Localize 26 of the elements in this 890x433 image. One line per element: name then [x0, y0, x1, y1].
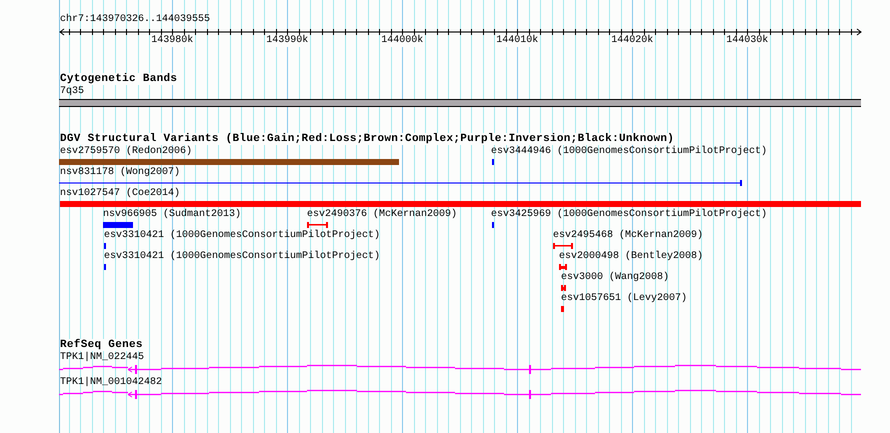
feature-label: 7q35	[60, 86, 84, 98]
position-label: chr7:143970326..144039555	[60, 14, 210, 26]
feature-label: nsv1027547 (Coe2014)	[60, 188, 180, 200]
feature-label: esv2000498 (Bentley2008)	[559, 251, 704, 263]
feature-label: nsv966905 (Sudmant2013)	[103, 209, 242, 221]
feature-label: esv3000 (Wang2008)	[561, 272, 670, 284]
feature-label: esv2495468 (McKernan2009)	[553, 230, 704, 242]
feature-label: esv3444946 (1000GenomesConsortiumPilotProject)	[491, 146, 768, 158]
tick-label: 144020k	[611, 35, 654, 47]
tick-label: 143980k	[151, 35, 194, 47]
feature-label: TPK1|NM_022445	[60, 352, 144, 364]
feature-label: esv3425969 (1000GenomesConsortiumPilotProject)	[491, 209, 768, 221]
track-title: RefSeq Genes	[60, 339, 143, 351]
feature-label: esv2490376 (McKernan2009)	[307, 209, 458, 221]
feature-label: esv2759570 (Redon2006)	[60, 146, 192, 158]
track-title: DGV Structural Variants (Blue:Gain;Red:Loss;Brown:Complex;Purple:Inversion;Black:Unknown)	[60, 133, 674, 145]
tick-label: 144000k	[381, 35, 424, 47]
feature-label: TPK1|NM_001042482	[60, 377, 162, 389]
feature-label: esv1057651 (Levy2007)	[561, 293, 688, 305]
feature-label: esv3310421 (1000GenomesConsortiumPilotProject)	[104, 251, 380, 263]
tick-label: 144030k	[726, 35, 768, 47]
feature-label: nsv831178 (Wong2007)	[60, 167, 180, 179]
feature-label: esv3310421 (1000GenomesConsortiumPilotProject)	[104, 230, 380, 242]
tick-label: 144010k	[496, 35, 538, 47]
track-title: Cytogenetic Bands	[60, 73, 178, 85]
tick-label: 143990k	[266, 35, 308, 47]
